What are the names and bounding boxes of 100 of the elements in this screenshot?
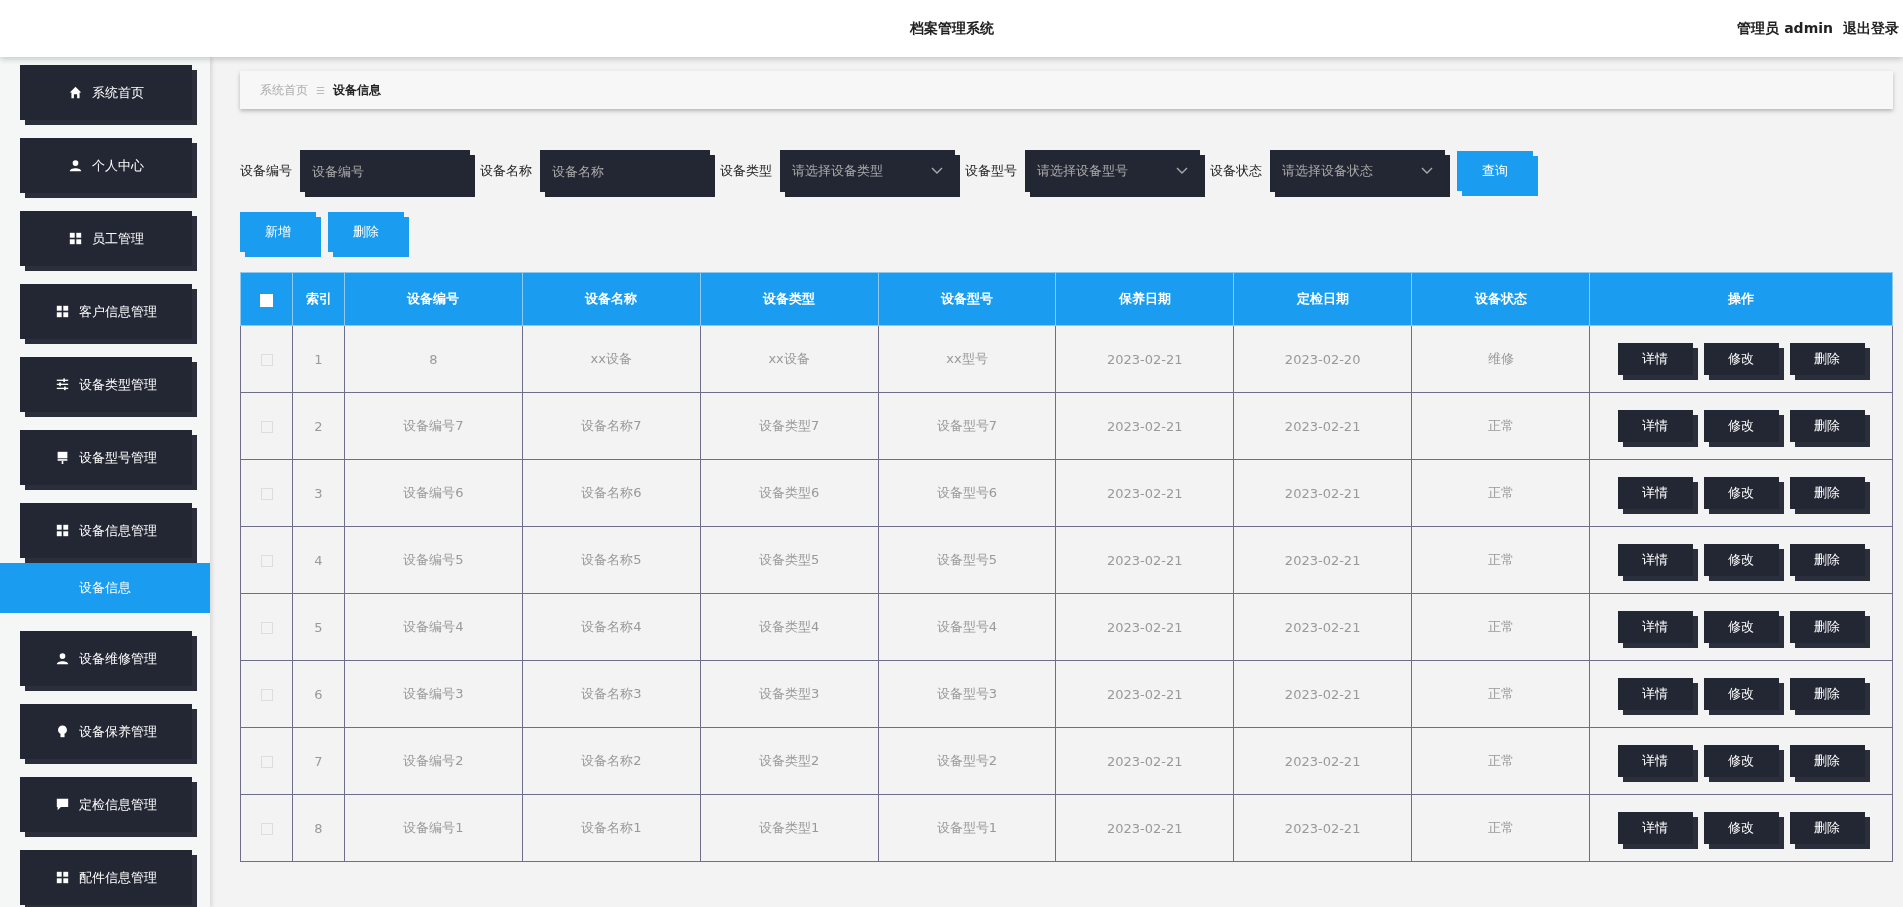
table-cell: 7 <box>292 727 345 795</box>
table-cell: 设备类型6 <box>700 459 879 527</box>
table-cell: 1 <box>292 325 345 393</box>
filter-label: 设备名称 <box>480 162 532 180</box>
table-cell: 设备名称2 <box>522 727 701 795</box>
table-cell: 设备型号3 <box>878 660 1056 728</box>
grid-icon <box>68 232 82 245</box>
table-cell: 8 <box>344 325 523 393</box>
filter-label: 设备类型 <box>720 162 772 180</box>
table-cell: 2023-02-21 <box>1055 660 1234 728</box>
sliders-icon <box>55 378 69 391</box>
table-cell: 2023-02-21 <box>1233 593 1412 661</box>
chevron-icon <box>1176 167 1188 175</box>
table-cell: 设备类型2 <box>700 727 879 795</box>
table-cell: 设备名称1 <box>522 794 701 862</box>
table-cell: 设备名称5 <box>522 526 701 594</box>
table-cell: 设备型号4 <box>878 593 1056 661</box>
table-cell: 设备名称7 <box>522 392 701 460</box>
table-cell: 2023-02-20 <box>1233 325 1412 393</box>
table-cell: 正常 <box>1411 392 1590 460</box>
table-cell: 2023-02-21 <box>1233 459 1412 527</box>
breadcrumb-separator: ☰ <box>316 84 325 96</box>
table-cell: 设备型号7 <box>878 392 1056 460</box>
table-cell: 设备型号6 <box>878 459 1056 527</box>
input-field[interactable]: 设备编号 <box>300 150 470 192</box>
table-cell: 4 <box>292 526 345 594</box>
table-cell: 设备类型3 <box>700 660 879 728</box>
table-cell: 2 <box>292 392 345 460</box>
table-cell: 2023-02-21 <box>1055 459 1234 527</box>
table-cell: 2023-02-21 <box>1055 526 1234 594</box>
table-cell: 2023-02-21 <box>1233 526 1412 594</box>
table-cell: 正常 <box>1411 660 1590 728</box>
column-header: 设备名称 <box>522 272 701 326</box>
table-cell: 设备编号3 <box>344 660 523 728</box>
grid-icon <box>55 524 69 537</box>
user-icon <box>55 652 69 665</box>
column-header: 设备状态 <box>1411 272 1590 326</box>
table-cell: 正常 <box>1411 794 1590 862</box>
table-cell: 2023-02-21 <box>1233 794 1412 862</box>
table-cell: 2023-02-21 <box>1055 727 1234 795</box>
input-field[interactable]: 设备名称 <box>540 150 710 192</box>
table-cell: 设备编号5 <box>344 526 523 594</box>
table-cell: 8 <box>292 794 345 862</box>
grid-icon <box>55 871 69 884</box>
chevron-icon <box>931 167 943 175</box>
home-icon <box>68 86 82 99</box>
table-cell: 设备类型1 <box>700 794 879 862</box>
table-cell: 3 <box>292 459 345 527</box>
column-header: 设备编号 <box>344 272 523 326</box>
column-header: 设备型号 <box>878 272 1056 326</box>
table-cell: 2023-02-21 <box>1233 727 1412 795</box>
column-header: 操作 <box>1589 272 1893 326</box>
table-cell: 设备编号2 <box>344 727 523 795</box>
table-cell: 设备类型7 <box>700 392 879 460</box>
column-header: 设备类型 <box>700 272 879 326</box>
table-cell: 设备编号7 <box>344 392 523 460</box>
stamp-icon <box>55 451 69 464</box>
table-cell: 设备型号1 <box>878 794 1056 862</box>
table-cell: 2023-02-21 <box>1233 660 1412 728</box>
table-cell: 正常 <box>1411 459 1590 527</box>
select-all-checkbox[interactable] <box>260 293 273 307</box>
table-cell: 设备名称3 <box>522 660 701 728</box>
filter-label: 设备型号 <box>965 162 1017 180</box>
table-cell: 设备型号2 <box>878 727 1056 795</box>
table-cell: xx设备 <box>522 325 701 393</box>
table-cell: 设备型号5 <box>878 526 1056 594</box>
user-name: 管理员 admin <box>1737 19 1833 38</box>
breadcrumb-current: 设备信息 <box>332 81 381 99</box>
table-cell: 设备类型4 <box>700 593 879 661</box>
table-cell: 正常 <box>1411 526 1590 594</box>
table-cell: 2023-02-21 <box>1233 392 1412 460</box>
table-cell: 2023-02-21 <box>1055 392 1234 460</box>
table-cell: 维修 <box>1411 325 1590 393</box>
table-cell: 设备编号1 <box>344 794 523 862</box>
app-title: 档案管理系统 <box>909 19 994 38</box>
table-cell: xx设备 <box>700 325 879 393</box>
table-cell: 正常 <box>1411 593 1590 661</box>
table-cell: 2023-02-21 <box>1055 325 1234 393</box>
filter-label: 设备状态 <box>1210 162 1262 180</box>
column-header: 保养日期 <box>1055 272 1234 326</box>
chevron-icon <box>1421 167 1433 175</box>
table-cell: 6 <box>292 660 345 728</box>
table-cell: 2023-02-21 <box>1055 794 1234 862</box>
table-cell: 设备编号4 <box>344 593 523 661</box>
filter-label: 设备编号 <box>240 162 292 180</box>
table-cell: 5 <box>292 593 345 661</box>
table-cell: 2023-02-21 <box>1055 593 1234 661</box>
column-header: 定检日期 <box>1233 272 1412 326</box>
grid-icon <box>55 305 69 318</box>
table-cell: 设备名称6 <box>522 459 701 527</box>
table-cell: 正常 <box>1411 727 1590 795</box>
bulb-icon <box>55 725 69 738</box>
table-cell: 设备编号6 <box>344 459 523 527</box>
table-cell: 设备名称4 <box>522 593 701 661</box>
column-header: 索引 <box>292 272 345 326</box>
table-cell: 设备类型5 <box>700 526 879 594</box>
user-icon <box>68 159 82 172</box>
table-cell: xx型号 <box>878 325 1056 393</box>
chat-icon <box>55 798 69 811</box>
logout-link[interactable]: 退出登录 <box>1843 19 1899 38</box>
